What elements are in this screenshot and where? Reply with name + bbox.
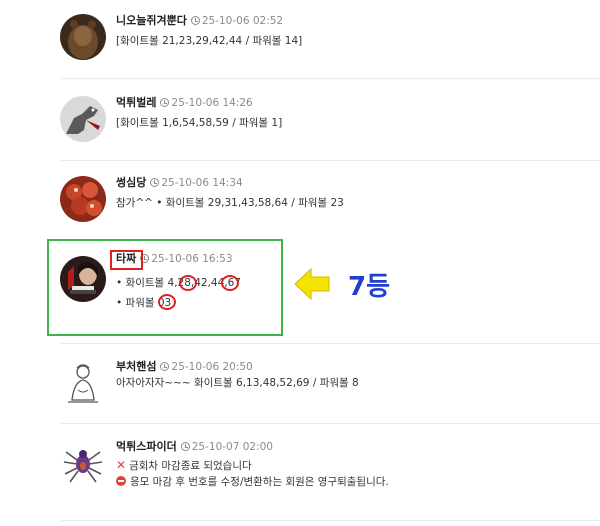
clock-icon — [180, 442, 190, 451]
avatar[interactable] — [60, 14, 106, 60]
rank-label: 7등 — [348, 272, 391, 302]
comment-text: [화이트볼 1,6,54,58,59 / 파워볼 1] — [116, 117, 283, 129]
left-arrow-icon — [294, 267, 330, 301]
comment-meta: 부처핸섬 25-10-06 20:50 — [116, 360, 253, 374]
author-name[interactable]: 니오늘쥐겨뿐다 — [116, 14, 187, 27]
comment-date: 25-10-06 20:50 — [171, 361, 253, 373]
author-name[interactable]: 먹튀스파이더 — [116, 440, 177, 453]
comment-date: 25-10-06 14:34 — [161, 177, 243, 189]
comment-item: 썽심당 25-10-06 14:34 참가^^ • 화이트볼 29,31,43,5… — [60, 176, 600, 226]
author-name[interactable]: 부처핸섬 — [116, 360, 156, 373]
divider — [60, 160, 600, 161]
comment-text: 아자아자자~~~ 화이트볼 6,13,48,52,69 / 파워볼 8 — [116, 377, 359, 389]
divider — [60, 343, 600, 344]
clock-icon — [160, 98, 170, 107]
no-entry-icon — [116, 476, 126, 486]
number-circle — [221, 275, 239, 291]
avatar[interactable] — [60, 96, 106, 142]
comment-item: 먹튀벌레 25-10-06 14:26 [화이트볼 1,6,54,58,59 / … — [60, 96, 600, 146]
author-name[interactable]: 먹튀벌레 — [116, 96, 156, 109]
comment-date: 25-10-06 02:52 — [201, 15, 284, 27]
comment-item: 니오늘쥐겨뿐다 25-10-06 02:52 [화이트볼 21,23,29,42,… — [60, 14, 600, 64]
number-circle — [158, 294, 176, 310]
avatar[interactable] — [60, 360, 106, 406]
comment-meta: 먹튀벌레 25-10-06 14:26 — [116, 96, 253, 110]
avatar[interactable] — [60, 440, 106, 486]
comment-text: [화이트볼 21,23,29,42,44 / 파워볼 14] — [116, 35, 303, 47]
bear-avatar-icon — [60, 14, 106, 60]
comment-date: 25-10-06 14:26 — [171, 97, 253, 109]
comment-item: 먹튀스파이더 25-10-07 02:00 ✕ 금회차 마감종료 되었습니다 응모 … — [60, 440, 600, 500]
clock-icon — [160, 362, 170, 371]
dinosaur-avatar-icon — [60, 96, 106, 142]
closed-notice: ✕ 금회차 마감종료 되었습니다 — [116, 458, 252, 473]
divider — [60, 423, 600, 424]
food-avatar-icon — [60, 176, 106, 222]
avatar[interactable] — [60, 176, 106, 222]
spider-avatar-icon — [60, 440, 106, 486]
clock-icon — [150, 178, 160, 187]
comment-date: 25-10-07 02:00 — [191, 441, 273, 453]
closed-notice-text: 금회차 마감종료 되었습니다 — [129, 460, 252, 472]
comment-item: 부처핸섬 25-10-06 20:50 아자아자자~~~ 화이트볼 6,13,48… — [60, 360, 600, 410]
comment-meta: 먹튀스파이더 25-10-07 02:00 — [116, 440, 273, 454]
warning-notice: 응모 마감 후 번호를 수정/변환하는 회원은 영구퇴출됩니다. — [116, 475, 389, 489]
number-circle — [179, 275, 197, 291]
comment-text: 참가^^ • 화이트볼 29,31,43,58,64 / 파워볼 23 — [116, 197, 344, 209]
author-highlight-box — [110, 250, 143, 270]
author-name[interactable]: 썽심당 — [116, 176, 146, 189]
divider — [60, 78, 600, 79]
comment-meta: 니오늘쥐겨뿐다 25-10-06 02:52 — [116, 14, 283, 28]
clock-icon — [190, 16, 200, 25]
divider — [60, 520, 600, 521]
warning-notice-text: 응모 마감 후 번호를 수정/변환하는 회원은 영구퇴출됩니다. — [130, 476, 389, 488]
buddha-avatar-icon — [60, 360, 106, 406]
close-x-icon: ✕ — [116, 458, 127, 472]
comment-meta: 썽심당 25-10-06 14:34 — [116, 176, 243, 190]
highlight-box — [47, 239, 283, 336]
